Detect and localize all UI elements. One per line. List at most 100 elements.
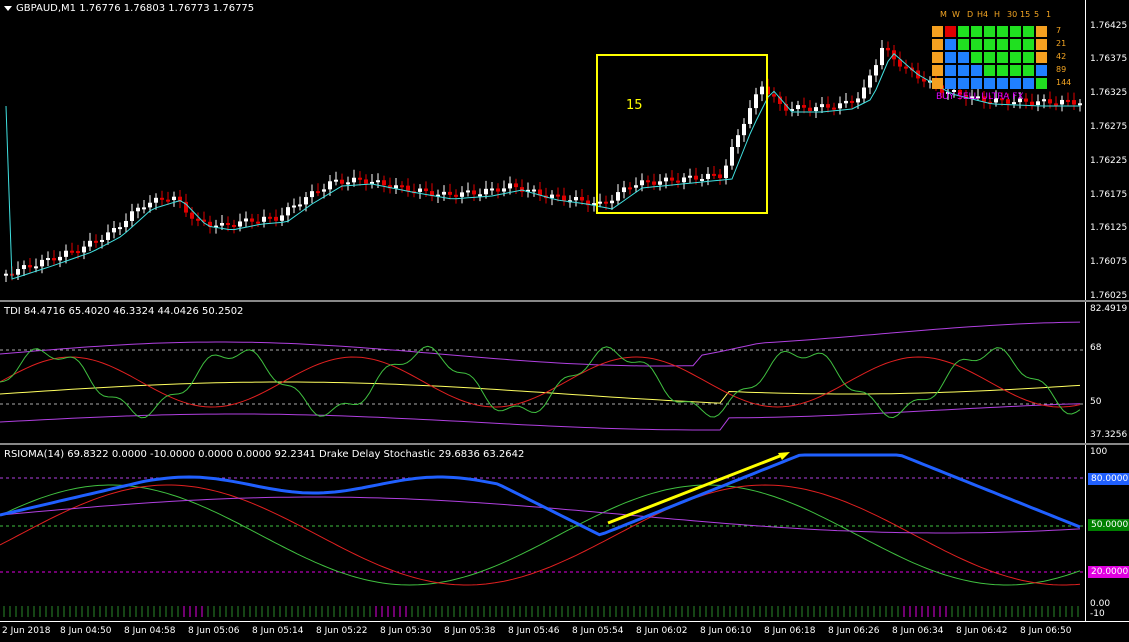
time-tick: 8 Jun 06:18 [764, 626, 816, 636]
candle [298, 196, 302, 211]
symbol-menu-icon[interactable] [4, 6, 12, 11]
time-tick: 8 Jun 06:42 [956, 626, 1008, 636]
price-tick: 1.76425 [1090, 21, 1128, 31]
mtf-cell [1023, 52, 1034, 63]
candle [454, 189, 458, 204]
tdi-lines [0, 321, 1085, 431]
mtf-header: 15 [1020, 10, 1031, 19]
time-tick: 8 Jun 06:26 [828, 626, 880, 636]
candle [796, 100, 800, 117]
time-tick: 8 Jun 05:06 [188, 626, 240, 636]
mtf-cell [932, 52, 943, 63]
candle [826, 96, 830, 113]
mtf-cell [997, 52, 1008, 63]
candle [616, 184, 620, 205]
candle [886, 41, 890, 57]
mtf-cell [945, 26, 956, 37]
mtf-cell [958, 39, 969, 50]
candle [166, 191, 170, 205]
mtf-header: W [952, 10, 960, 19]
mtf-header: M [940, 10, 947, 19]
candle [370, 174, 374, 189]
price-candles [4, 39, 1082, 282]
candle [646, 175, 650, 189]
candle [736, 129, 740, 154]
candle [46, 251, 50, 267]
candle [478, 188, 482, 202]
candle [466, 182, 470, 197]
tdi-tick: 50 [1090, 397, 1102, 407]
mtf-cell [958, 26, 969, 37]
candle [532, 185, 536, 197]
candle [538, 182, 542, 201]
candle [1066, 92, 1070, 106]
candle [820, 96, 824, 113]
candle [244, 211, 248, 228]
mtf-period: 42 [1056, 52, 1067, 61]
mtf-cell [945, 78, 956, 89]
rsioma-tick: 80.0000 [1088, 473, 1129, 485]
mtf-cell [1010, 26, 1021, 37]
rsioma-pane[interactable]: RSIOMA(14) 69.8322 0.0000 -10.0000 0.000… [0, 445, 1085, 621]
candle [88, 232, 92, 252]
candle [130, 203, 134, 227]
candle [412, 183, 416, 198]
candle [874, 59, 878, 83]
candle [880, 39, 884, 70]
candle [898, 51, 902, 72]
tdi-pane[interactable]: TDI 84.4716 65.4020 46.3324 44.0426 50.2… [0, 302, 1085, 443]
mtf-cell [971, 52, 982, 63]
candle [748, 100, 752, 129]
mtf-cell [945, 65, 956, 76]
candle [592, 196, 596, 212]
stochastic-signal-line [0, 484, 1081, 586]
candle [472, 184, 476, 201]
mtf-cell [971, 26, 982, 37]
candle [310, 184, 314, 204]
candle [652, 173, 656, 190]
rsioma-header: RSIOMA(14) 69.8322 0.0000 -10.0000 0.000… [4, 449, 525, 460]
mtf-cell [958, 52, 969, 63]
candle [544, 187, 548, 204]
candle [730, 139, 734, 170]
mtf-cell [1023, 39, 1034, 50]
candle [760, 81, 764, 102]
mtf-cell [932, 65, 943, 76]
candle [742, 118, 746, 142]
candle [340, 173, 344, 191]
mtf-header: 1 [1046, 10, 1052, 19]
mtf-cell [1036, 39, 1047, 50]
candle [790, 101, 794, 117]
price-tick: 1.76175 [1090, 190, 1128, 200]
rsioma-ma-line [0, 496, 1081, 534]
candle [442, 185, 446, 201]
candle [400, 181, 404, 193]
candle [682, 173, 686, 190]
mtf-cell [945, 52, 956, 63]
tdi-tick: 68 [1090, 343, 1102, 353]
candle [496, 183, 500, 199]
time-tick: 8 Jun 05:54 [572, 626, 624, 636]
mtf-cell [984, 78, 995, 89]
time-tick: 8 Jun 06:34 [892, 626, 944, 636]
candle [634, 177, 638, 193]
mtf-header: H [994, 10, 1001, 19]
mtf-header: D [967, 10, 974, 19]
candle [808, 100, 812, 117]
rsioma-tick: 50.0000 [1088, 519, 1129, 531]
mtf-header: H4 [977, 10, 989, 19]
mtf-cell [997, 39, 1008, 50]
mtf-cell [971, 78, 982, 89]
time-tick: 2 Jun 2018 [2, 626, 51, 636]
candle [832, 102, 836, 116]
rsioma-lines [0, 452, 1085, 617]
candle [346, 176, 350, 191]
mtf-header: 5 [1034, 10, 1040, 19]
stochastic-main-line [0, 484, 1081, 586]
candle [280, 207, 284, 227]
price-chart-pane[interactable]: GBPAUD,M1 1.76776 1.76803 1.76773 1.7677… [0, 0, 1085, 300]
candle [460, 186, 464, 204]
candle [94, 234, 98, 248]
mtf-cell [1036, 26, 1047, 37]
highlight-box-label: 15 [626, 98, 643, 113]
